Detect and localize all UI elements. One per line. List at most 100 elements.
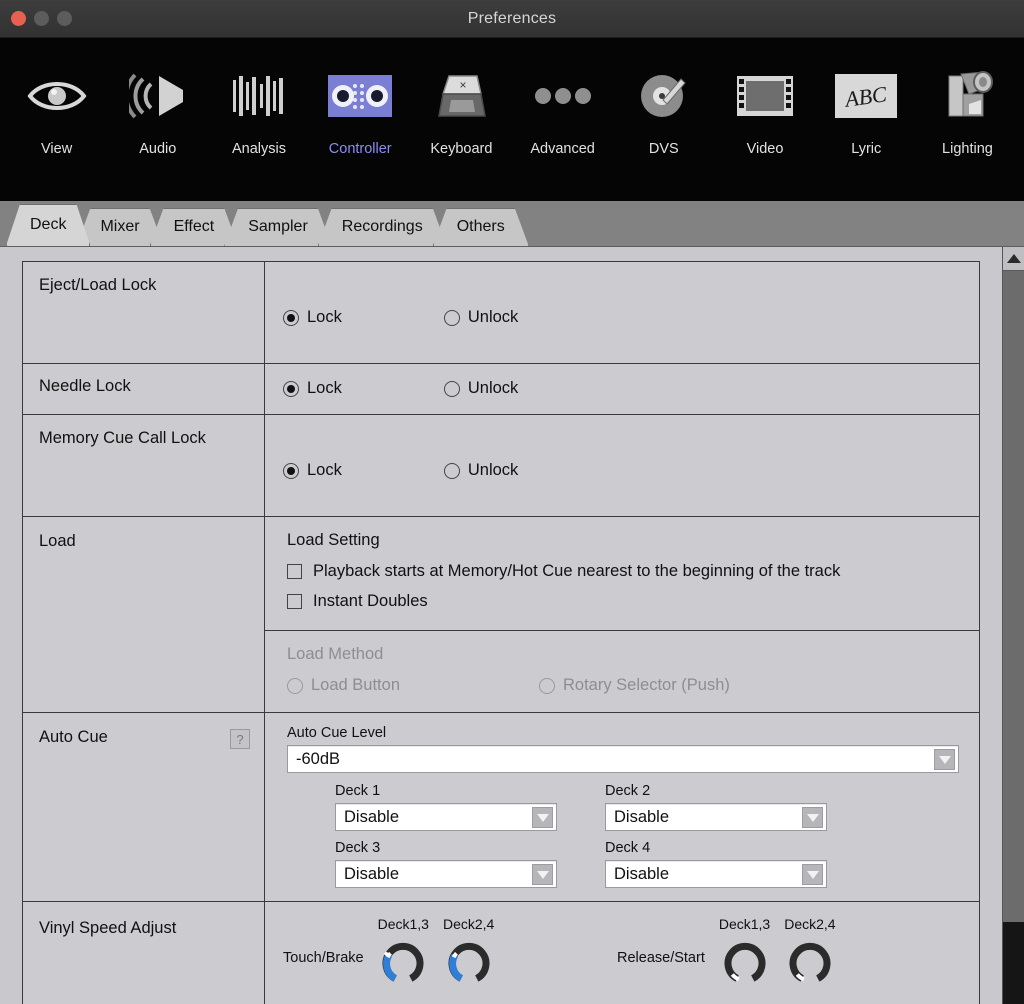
radio-label: Lock bbox=[307, 308, 342, 327]
setting-label-text: Vinyl Speed Adjust bbox=[39, 919, 264, 938]
toolbar-item-label: Advanced bbox=[530, 141, 595, 157]
toolbar-item-lyric[interactable]: ABC Lyric bbox=[816, 38, 917, 201]
auto-cue-help-button[interactable]: ? bbox=[230, 729, 250, 749]
moving-head-light-icon bbox=[931, 65, 1003, 127]
setting-row-needle-lock: Needle Lock Lock Unlock bbox=[23, 364, 979, 415]
close-window-button[interactable] bbox=[11, 11, 26, 26]
toolbar-item-dvs[interactable]: DVS bbox=[613, 38, 714, 201]
toolbar-item-audio[interactable]: Audio bbox=[107, 38, 208, 201]
toolbar-item-analysis[interactable]: Analysis bbox=[208, 38, 309, 201]
toolbar-item-label: Controller bbox=[329, 141, 392, 157]
setting-body: Lock Unlock bbox=[265, 415, 979, 516]
tab-recordings[interactable]: Recordings bbox=[318, 208, 447, 246]
deck2-select[interactable]: Disable bbox=[605, 803, 827, 831]
deck1-select[interactable]: Disable bbox=[335, 803, 557, 831]
minimize-window-button[interactable] bbox=[34, 11, 49, 26]
toolbar-item-keyboard[interactable]: × Keyboard bbox=[411, 38, 512, 201]
auto-cue-deck-grid: Deck 1 Disable Deck 3 Disable bbox=[335, 783, 959, 897]
deck4-caption: Deck 4 bbox=[605, 840, 827, 856]
tab-label: Deck bbox=[30, 216, 66, 234]
knob-release-start-deck13[interactable] bbox=[723, 940, 767, 984]
preferences-window: Preferences View Aud bbox=[0, 0, 1024, 1004]
tab-label: Mixer bbox=[100, 218, 139, 236]
settings-grid: Eject/Load Lock Lock Unlock bbox=[22, 261, 980, 1004]
window-title: Preferences bbox=[0, 10, 1024, 28]
tab-label: Recordings bbox=[342, 218, 423, 236]
scrollbar-thumb[interactable] bbox=[1003, 271, 1024, 922]
deck2-value: Disable bbox=[614, 808, 669, 827]
deck4-select[interactable]: Disable bbox=[605, 860, 827, 888]
setting-label: Memory Cue Call Lock bbox=[23, 415, 265, 516]
keyboard-key-icon: × bbox=[425, 65, 497, 127]
auto-cue-deck-column-right: Deck 2 Disable Deck 4 Disable bbox=[605, 783, 827, 897]
toolbar-item-video[interactable]: Video bbox=[714, 38, 815, 201]
toolbar-item-label: Video bbox=[747, 141, 784, 157]
knob-cell-touch-brake-deck24: Deck2,4 bbox=[443, 916, 494, 984]
setting-label-text: Needle Lock bbox=[39, 377, 264, 396]
radio-indicator bbox=[444, 381, 460, 397]
auto-cue-level-select[interactable]: -60dB bbox=[287, 745, 959, 773]
deck-settings-pane: Eject/Load Lock Lock Unlock bbox=[0, 247, 1002, 1004]
radio-rotary-selector-push[interactable]: Rotary Selector (Push) bbox=[539, 676, 730, 695]
scrollbar-track[interactable] bbox=[1003, 271, 1024, 1004]
knob-caption: Deck2,4 bbox=[784, 916, 835, 932]
toolbar-item-view[interactable]: View bbox=[6, 38, 107, 201]
tab-deck[interactable]: Deck bbox=[6, 204, 90, 246]
svg-text:×: × bbox=[460, 78, 467, 92]
checkbox-instant-doubles[interactable]: Instant Doubles bbox=[287, 592, 961, 611]
vinyl-knobs-area: Touch/Brake Deck1,3 bbox=[265, 902, 979, 1004]
setting-label: Vinyl Speed Adjust bbox=[23, 902, 265, 1004]
radio-indicator bbox=[283, 381, 299, 397]
checkbox-indicator bbox=[287, 564, 302, 579]
radio-indicator bbox=[539, 678, 555, 694]
traffic-light-buttons bbox=[11, 11, 72, 26]
vinyl-group-touch-brake: Touch/Brake Deck1,3 bbox=[283, 916, 494, 984]
radio-eject-lock[interactable]: Lock bbox=[283, 308, 342, 327]
setting-label: Needle Lock bbox=[23, 364, 265, 414]
toolbar-item-label: Audio bbox=[139, 141, 176, 157]
radio-label: Lock bbox=[307, 379, 342, 398]
deck3-select[interactable]: Disable bbox=[335, 860, 557, 888]
tab-label: Sampler bbox=[248, 218, 308, 236]
knob-caption: Deck1,3 bbox=[378, 916, 429, 932]
checkbox-playback-starts-at-cue[interactable]: Playback starts at Memory/Hot Cue neares… bbox=[287, 562, 961, 581]
setting-label: Auto Cue ? bbox=[23, 713, 265, 901]
knob-touch-brake-deck13[interactable] bbox=[381, 940, 425, 984]
radio-needle-lock[interactable]: Lock bbox=[283, 379, 342, 398]
film-strip-icon bbox=[729, 65, 801, 127]
radio-needle-unlock[interactable]: Unlock bbox=[444, 379, 518, 398]
knob-release-start-deck24[interactable] bbox=[788, 940, 832, 984]
checkbox-indicator bbox=[287, 594, 302, 609]
abc-icon: ABC bbox=[830, 65, 902, 127]
toolbar-item-lighting[interactable]: Lighting bbox=[917, 38, 1018, 201]
ellipsis-icon bbox=[527, 65, 599, 127]
radio-memcue-lock[interactable]: Lock bbox=[283, 461, 342, 480]
scroll-up-button[interactable] bbox=[1003, 247, 1024, 271]
radio-memcue-unlock[interactable]: Unlock bbox=[444, 461, 518, 480]
setting-label-text: Auto Cue bbox=[39, 728, 220, 747]
controller-icon bbox=[324, 65, 396, 127]
deck3-value: Disable bbox=[344, 865, 399, 884]
chevron-down-icon bbox=[934, 749, 955, 770]
tab-sampler[interactable]: Sampler bbox=[224, 208, 332, 246]
eye-icon bbox=[21, 65, 93, 127]
zoom-window-button[interactable] bbox=[57, 11, 72, 26]
setting-row-eject-load-lock: Eject/Load Lock Lock Unlock bbox=[23, 262, 979, 364]
radio-label: Unlock bbox=[468, 308, 518, 327]
vinyl-group-label: Touch/Brake bbox=[283, 950, 364, 984]
tab-others[interactable]: Others bbox=[433, 208, 529, 246]
waveform-icon bbox=[223, 65, 295, 127]
vinyl-group-label: Release/Start bbox=[617, 950, 705, 984]
tab-bar: Deck Mixer Effect Sampler Recordings Oth… bbox=[0, 201, 1024, 247]
toolbar-item-controller[interactable]: Controller bbox=[310, 38, 411, 201]
radio-eject-unlock[interactable]: Unlock bbox=[444, 308, 518, 327]
toolbar-item-advanced[interactable]: Advanced bbox=[512, 38, 613, 201]
chevron-down-icon bbox=[802, 807, 823, 828]
radio-load-button[interactable]: Load Button bbox=[287, 676, 400, 695]
knob-touch-brake-deck24[interactable] bbox=[447, 940, 491, 984]
vertical-scrollbar[interactable] bbox=[1002, 247, 1024, 1004]
title-bar: Preferences bbox=[0, 0, 1024, 38]
toolbar-item-label: DVS bbox=[649, 141, 679, 157]
deck1-caption: Deck 1 bbox=[335, 783, 557, 799]
auto-cue-deck-column-left: Deck 1 Disable Deck 3 Disable bbox=[335, 783, 557, 897]
